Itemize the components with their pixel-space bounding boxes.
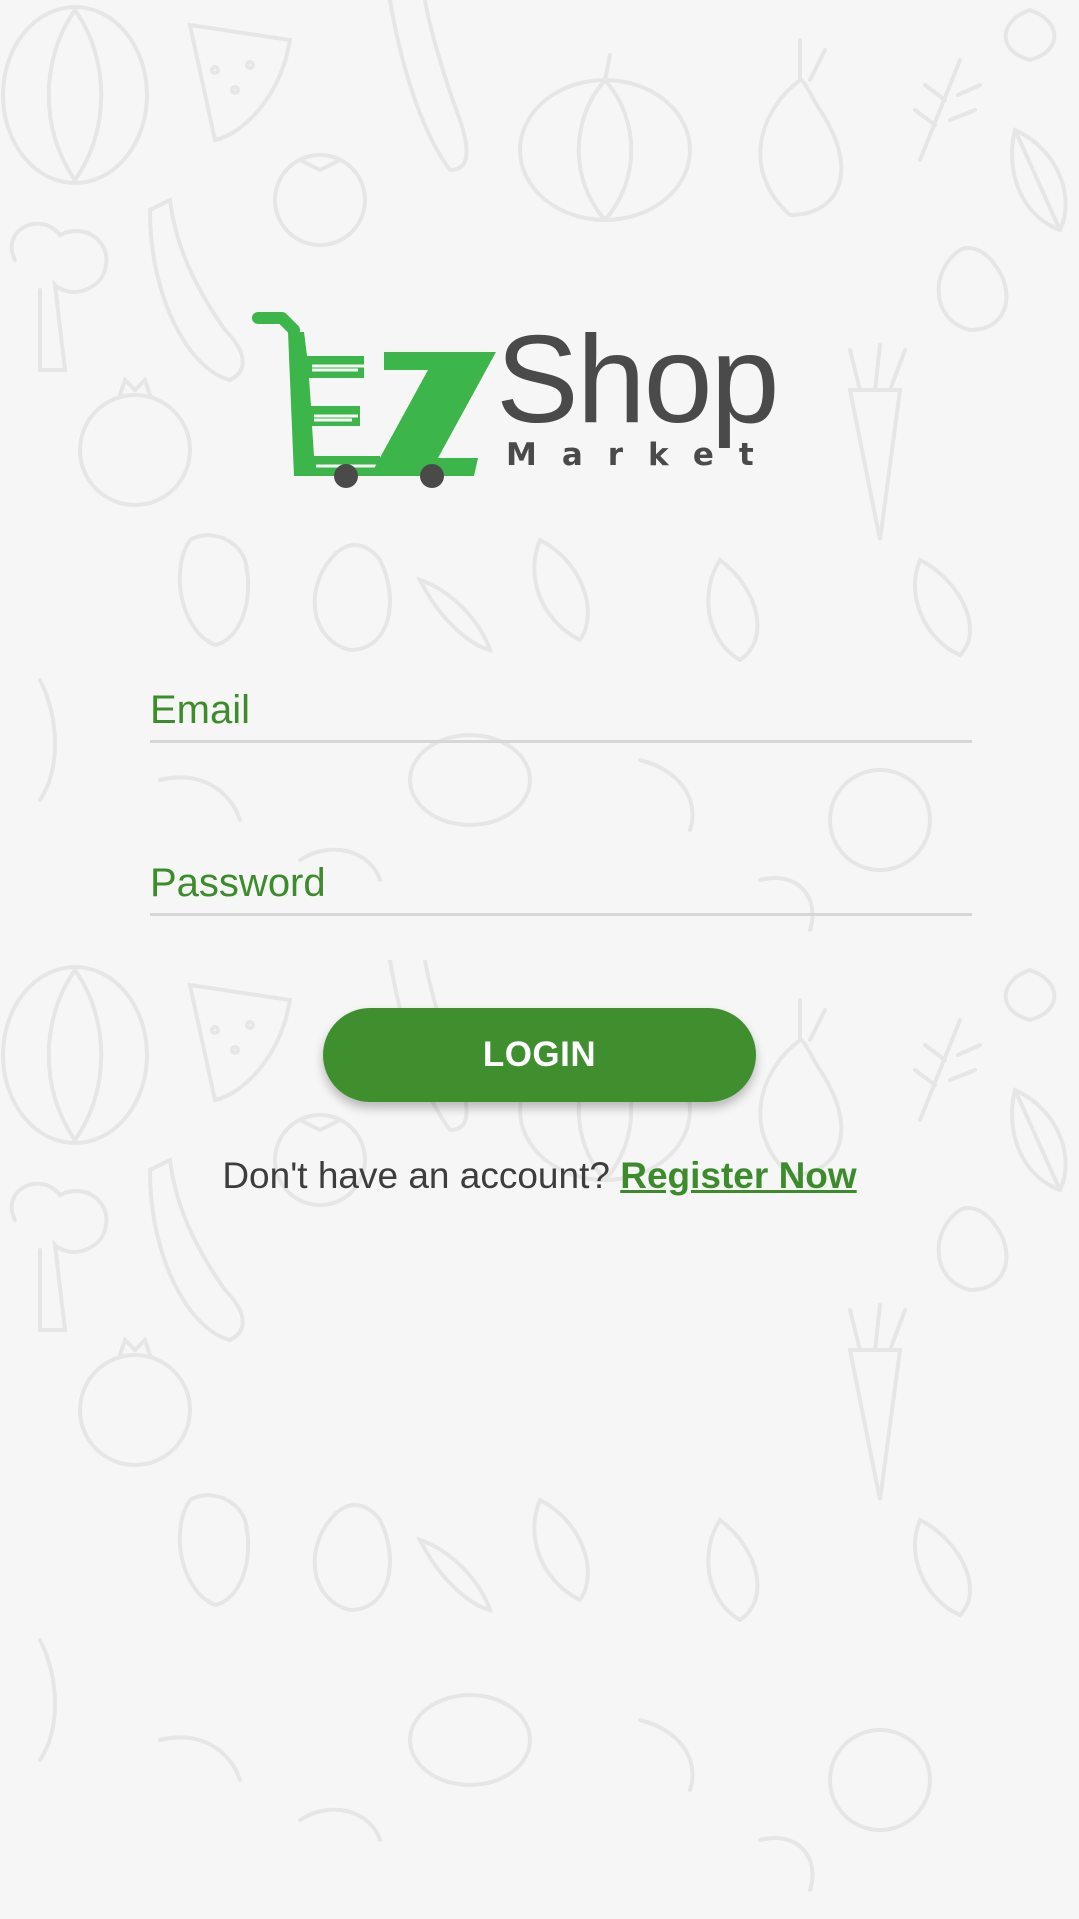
app-logo: Shop Market	[252, 308, 832, 498]
logo-market-text: Market	[506, 437, 779, 473]
password-input[interactable]	[150, 853, 972, 913]
email-input[interactable]	[150, 680, 972, 740]
email-field-container	[150, 680, 972, 743]
login-screen: Shop Market LOGIN Don't have an account?…	[0, 0, 1079, 1919]
logo-shop-text: Shop	[496, 311, 780, 449]
register-prompt-text: Don't have an account?	[222, 1155, 610, 1196]
login-button[interactable]: LOGIN	[323, 1008, 756, 1102]
password-field-container	[150, 853, 972, 916]
register-prompt-line: Don't have an account? Register Now	[0, 1155, 1079, 1197]
shopping-cart-logo-icon	[252, 312, 496, 488]
register-now-link[interactable]: Register Now	[620, 1155, 856, 1196]
